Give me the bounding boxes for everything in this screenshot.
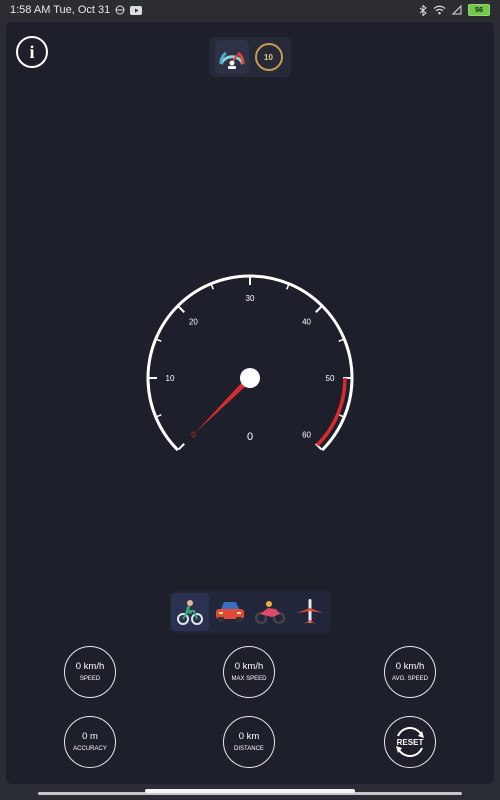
speed-value: 0 km/h — [75, 661, 105, 672]
digital-gauge-icon: 10 — [254, 43, 283, 71]
gauge-tick — [286, 284, 290, 290]
status-bar: 1:58 AM Tue, Oct 31 56 — [0, 0, 500, 22]
reset-label: RESET — [397, 738, 424, 747]
gauge-tick — [177, 305, 185, 313]
gauge-tick-label: 50 — [326, 374, 335, 383]
max-speed-value: 0 km/h — [234, 661, 264, 672]
avg-speed-label: AVG. SPEED — [392, 676, 428, 682]
gauge-tick-label: 40 — [302, 317, 311, 326]
status-time-date: 1:58 AM Tue, Oct 31 — [10, 4, 111, 16]
max-speed-stat: 0 km/h MAX SPEED — [223, 646, 275, 698]
battery-icon: 56 — [468, 4, 490, 16]
info-icon: i — [29, 41, 35, 62]
gauge-tick — [156, 338, 162, 342]
vehicle-airplane-button[interactable] — [291, 593, 329, 631]
speed-label: SPEED — [79, 676, 101, 682]
status-right: 56 — [419, 4, 490, 16]
reset-button[interactable]: RESET — [384, 716, 436, 768]
no-sim-icon — [452, 5, 462, 15]
info-button[interactable]: i — [16, 36, 48, 68]
gauge-tick-label: 10 — [166, 374, 175, 383]
digital-mode-value: 10 — [264, 52, 273, 62]
vehicle-motorcycle-button[interactable] — [251, 593, 289, 631]
speedometer-icon — [218, 51, 245, 69]
gauge-tick — [315, 305, 323, 313]
gauge-tick — [338, 338, 344, 342]
distance-value: 0 km — [238, 731, 260, 742]
gauge-tick-label: 30 — [246, 294, 255, 303]
gauge-hub — [240, 368, 260, 388]
distance-label: DISTANCE — [234, 746, 264, 752]
bicycle-icon — [177, 600, 203, 625]
gauge-tick — [156, 414, 162, 418]
app-panel: i 10 60 50 40 30 20 10 0 0 0 km/h SPEED … — [6, 22, 494, 784]
wifi-icon — [433, 5, 446, 15]
gauge-tick — [210, 284, 214, 290]
sync-icon — [115, 5, 125, 15]
gauge-tick-label: 60 — [302, 431, 311, 440]
reset-icon: RESET — [396, 727, 424, 757]
avg-speed-stat: 0 km/h AVG. SPEED — [384, 646, 436, 698]
gauge-mode-toggle: 10 — [209, 37, 291, 77]
gauge-tick-label: 0 — [191, 431, 196, 440]
speed-stat: 0 km/h SPEED — [64, 646, 116, 698]
distance-stat: 0 km DISTANCE — [223, 716, 275, 768]
max-speed-label: MAX SPEED — [231, 676, 267, 682]
accuracy-stat: 0 m ACCURACY — [64, 716, 116, 768]
airplane-icon — [297, 599, 323, 624]
vehicle-car-button[interactable] — [211, 593, 249, 631]
speedometer-gauge: 60 50 40 30 20 10 0 0 — [146, 274, 354, 452]
youtube-icon — [130, 5, 143, 15]
digital-mode-button[interactable]: 10 — [252, 40, 286, 74]
vehicle-bicycle-button[interactable] — [171, 593, 209, 631]
car-icon — [216, 602, 244, 622]
bluetooth-icon — [419, 4, 427, 16]
vehicle-selector — [170, 591, 330, 633]
current-speed-readout: 0 — [247, 431, 253, 443]
gauge-redzone-arc — [315, 377, 347, 447]
accuracy-value: 0 m — [82, 731, 98, 742]
accuracy-label: ACCURACY — [73, 746, 107, 752]
motorcycle-icon — [254, 601, 286, 625]
battery-level: 56 — [475, 6, 483, 14]
gauge-tick-label: 20 — [189, 317, 198, 326]
navigation-handle[interactable] — [145, 789, 355, 793]
gauge-tick — [177, 443, 185, 451]
status-left: 1:58 AM Tue, Oct 31 — [10, 4, 143, 16]
avg-speed-value: 0 km/h — [395, 661, 425, 672]
analog-mode-button[interactable] — [214, 40, 249, 74]
